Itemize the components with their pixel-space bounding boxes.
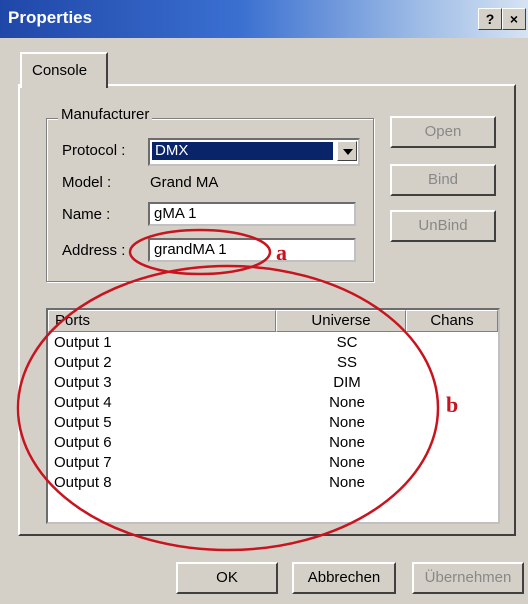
- port-universe: SS: [336, 354, 357, 371]
- port-name: Output 2: [54, 354, 112, 371]
- cancel-button[interactable]: Abbrechen: [292, 562, 396, 594]
- close-button[interactable]: ×: [502, 8, 526, 30]
- port-universe: None: [329, 434, 365, 451]
- name-label: Name :: [62, 206, 111, 223]
- port-universe: None: [329, 414, 365, 431]
- help-button[interactable]: ?: [478, 8, 502, 30]
- window-title: Properties: [8, 8, 93, 27]
- port-name: Output 3: [54, 374, 112, 391]
- port-universe: None: [329, 454, 365, 471]
- manufacturer-group-label: Manufacturer: [58, 106, 153, 123]
- annotation-label-a: a: [276, 240, 287, 265]
- ok-button[interactable]: OK: [176, 562, 278, 594]
- list-item[interactable]: Output 1 SC: [54, 334, 494, 354]
- annotation-label-b: b: [446, 392, 459, 417]
- column-header-chans[interactable]: Chans: [406, 310, 498, 332]
- list-item[interactable]: Output 3 DIM: [54, 374, 494, 394]
- port-universe: None: [329, 394, 365, 411]
- name-field[interactable]: gMA 1: [148, 202, 356, 226]
- open-button[interactable]: Open: [390, 116, 496, 148]
- port-name: Output 4: [54, 394, 112, 411]
- list-item[interactable]: Output 4 None: [54, 394, 494, 414]
- model-value: Grand MA: [150, 174, 219, 191]
- column-header-universe[interactable]: Universe: [276, 310, 406, 332]
- port-name: Output 7: [54, 454, 112, 471]
- title-bar: Properties ? ×: [0, 0, 528, 38]
- chevron-down-icon[interactable]: [337, 141, 357, 161]
- port-name: Output 5: [54, 414, 112, 431]
- tab-console[interactable]: Console: [20, 52, 108, 88]
- column-header-ports[interactable]: Ports: [48, 310, 276, 332]
- unbind-button[interactable]: UnBind: [390, 210, 496, 242]
- port-universe: DIM: [333, 374, 361, 391]
- port-name: Output 6: [54, 434, 112, 451]
- protocol-select-value: DMX: [152, 142, 333, 160]
- properties-dialog: Properties ? × Console Manufacturer Prot…: [0, 0, 528, 604]
- list-item[interactable]: Output 6 None: [54, 434, 494, 454]
- port-name: Output 8: [54, 474, 112, 491]
- protocol-select[interactable]: DMX: [148, 138, 360, 166]
- model-label: Model :: [62, 174, 112, 191]
- address-label: Address :: [62, 242, 126, 259]
- apply-button[interactable]: Übernehmen: [412, 562, 524, 594]
- tab-console-label: Console: [32, 62, 88, 79]
- address-field[interactable]: grandMA 1: [148, 238, 356, 262]
- ports-list[interactable]: Ports Universe Chans Output 1 SC Output 2…: [46, 308, 500, 524]
- port-name: Output 1: [54, 334, 112, 351]
- port-universe: SC: [336, 334, 358, 351]
- list-item[interactable]: Output 7 None: [54, 454, 494, 474]
- list-item[interactable]: Output 8 None: [54, 474, 494, 494]
- port-universe: None: [329, 474, 365, 491]
- list-item[interactable]: Output 5 None: [54, 414, 494, 434]
- bind-button[interactable]: Bind: [390, 164, 496, 196]
- protocol-label: Protocol :: [62, 142, 126, 159]
- list-item[interactable]: Output 2 SS: [54, 354, 494, 374]
